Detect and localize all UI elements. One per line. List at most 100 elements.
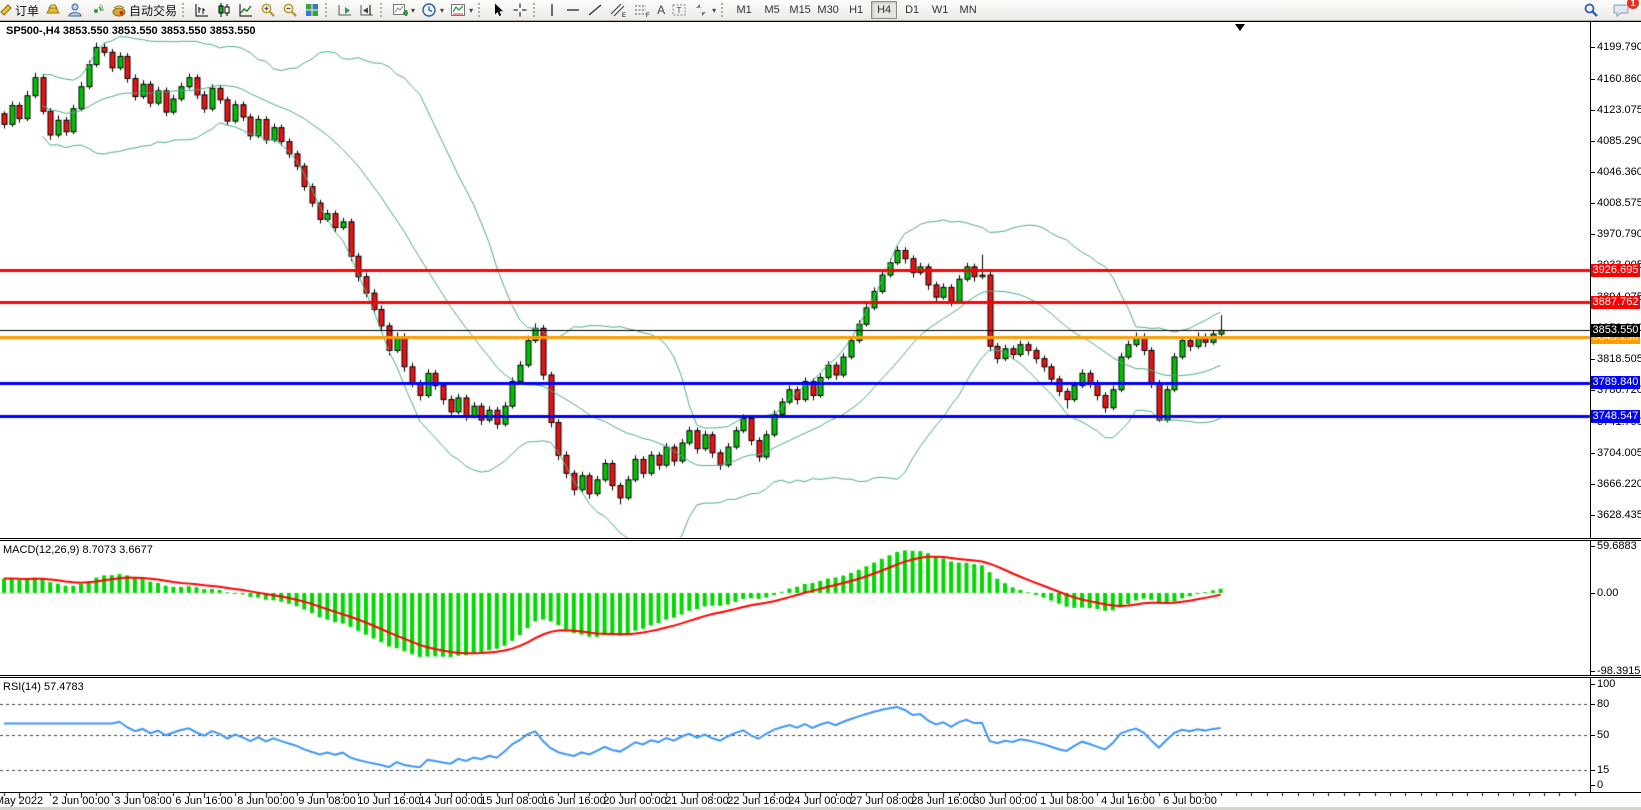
trendline-button[interactable] bbox=[584, 1, 606, 19]
timeframe-button-D1[interactable]: D1 bbox=[899, 1, 925, 19]
axis-tick-mark bbox=[1590, 110, 1595, 111]
timeframe-toolbar: M1M5M15M30H1H4D1W1MN bbox=[730, 1, 982, 19]
price-tag[interactable]: 3748.547 bbox=[1591, 410, 1640, 423]
vertical-line-button[interactable] bbox=[542, 1, 562, 19]
svg-text:F: F bbox=[646, 13, 650, 18]
price-tick-label: 4008.575 bbox=[1597, 197, 1641, 209]
tile-windows-button[interactable] bbox=[301, 1, 323, 19]
rsi-panel-splitter[interactable] bbox=[0, 675, 1641, 678]
price-tick-label: 3818.505 bbox=[1597, 353, 1641, 365]
axis-tick-mark bbox=[1590, 47, 1595, 48]
arrows-icon bbox=[693, 2, 709, 18]
price-tag[interactable]: 3887.762 bbox=[1591, 296, 1640, 309]
price-tick-label: 3970.790 bbox=[1597, 228, 1641, 240]
chart-top-border bbox=[0, 21, 1641, 22]
fibonacci-button[interactable]: F bbox=[630, 1, 654, 19]
order-tag-icon bbox=[0, 3, 13, 17]
arrows-button[interactable]: ▾ bbox=[690, 1, 719, 19]
axis-tick-mark bbox=[1590, 546, 1595, 547]
price-tick-label: 3704.005 bbox=[1597, 447, 1641, 459]
axis-tick-mark bbox=[1590, 172, 1595, 173]
line-chart-button[interactable] bbox=[235, 1, 257, 19]
zoom-in-button[interactable] bbox=[257, 1, 279, 19]
auto-scroll-icon bbox=[337, 2, 353, 18]
text-button[interactable]: A bbox=[654, 1, 668, 19]
new-order-button[interactable]: 订单 bbox=[0, 1, 42, 19]
gold-bar-icon bbox=[45, 2, 61, 18]
svg-text:T: T bbox=[677, 6, 682, 15]
time-axis-label: 6 Jul 00:00 bbox=[1152, 795, 1228, 807]
toolbar-group-handle bbox=[533, 3, 540, 17]
indicators-button[interactable]: ▾ bbox=[389, 1, 418, 19]
timeframe-button-M1[interactable]: M1 bbox=[731, 1, 757, 19]
axis-tick-mark bbox=[1590, 79, 1595, 80]
toolbar: 订单 自动交易 bbox=[0, 0, 1641, 21]
search-icon bbox=[1583, 2, 1599, 18]
auto-scroll-button[interactable] bbox=[334, 1, 356, 19]
price-tick-label: 4046.360 bbox=[1597, 166, 1641, 178]
trendline-icon bbox=[587, 2, 603, 18]
zoom-in-icon bbox=[260, 2, 276, 18]
zoom-out-icon bbox=[282, 2, 298, 18]
price-tag[interactable]: 3789.840 bbox=[1591, 376, 1640, 389]
chart-shift-marker[interactable] bbox=[1235, 24, 1245, 31]
community-button[interactable] bbox=[64, 1, 86, 19]
periods-button[interactable]: ▾ bbox=[418, 1, 447, 19]
price-tick-label: 4123.075 bbox=[1597, 104, 1641, 116]
timeframe-button-W1[interactable]: W1 bbox=[927, 1, 953, 19]
chart-shift-button[interactable] bbox=[356, 1, 378, 19]
candlestick-chart-button[interactable] bbox=[213, 1, 235, 19]
notification-badge: 1 bbox=[1627, 0, 1639, 9]
price-tag[interactable]: 3853.550 bbox=[1591, 324, 1640, 337]
autotrade-icon bbox=[111, 2, 127, 18]
text-label-button[interactable]: T bbox=[668, 1, 690, 19]
zoom-out-button[interactable] bbox=[279, 1, 301, 19]
crosshair-button[interactable] bbox=[509, 1, 531, 19]
signals-button[interactable] bbox=[86, 1, 108, 19]
dropdown-caret-icon: ▾ bbox=[469, 6, 473, 15]
axis-tick-mark bbox=[1590, 704, 1595, 705]
rsi-tick-label: 0 bbox=[1597, 779, 1641, 791]
price-tick-label: 3666.220 bbox=[1597, 478, 1641, 490]
macd-tick-label: 59.6883 bbox=[1597, 540, 1641, 552]
toolbar-group-handle bbox=[380, 3, 387, 17]
dropdown-caret-icon: ▾ bbox=[440, 6, 444, 15]
timeframe-button-MN[interactable]: MN bbox=[955, 1, 981, 19]
search-button[interactable] bbox=[1580, 1, 1602, 19]
bar-chart-icon bbox=[194, 2, 210, 18]
axis-tick-mark bbox=[1590, 770, 1595, 771]
chat-button[interactable]: 1 bbox=[1610, 1, 1633, 19]
rsi-indicator-label: RSI(14) 57.4783 bbox=[3, 681, 84, 693]
horizontal-line-icon bbox=[565, 2, 581, 18]
fibonacci-icon: F bbox=[633, 2, 651, 18]
macd-tick-label: 0.00 bbox=[1597, 587, 1641, 599]
chart-canvas[interactable] bbox=[0, 0, 1641, 810]
cursor-button[interactable] bbox=[487, 1, 509, 19]
timeframe-button-H1[interactable]: H1 bbox=[843, 1, 869, 19]
market-button[interactable] bbox=[42, 1, 64, 19]
price-tick-label: 4199.790 bbox=[1597, 41, 1641, 53]
axis-tick-mark bbox=[1590, 593, 1595, 594]
dropdown-caret-icon: ▾ bbox=[411, 6, 415, 15]
axis-tick-mark bbox=[1590, 484, 1595, 485]
macd-panel-splitter[interactable] bbox=[0, 538, 1641, 541]
rsi-tick-label: 15 bbox=[1597, 764, 1641, 776]
axis-tick-mark bbox=[1590, 515, 1595, 516]
axis-tick-mark bbox=[1590, 453, 1595, 454]
timeframe-button-M30[interactable]: M30 bbox=[815, 1, 841, 19]
toolbar-right: 1 bbox=[1580, 1, 1641, 19]
axis-tick-mark bbox=[1590, 684, 1595, 685]
toolbar-group-handle bbox=[325, 3, 332, 17]
timeframe-button-M5[interactable]: M5 bbox=[759, 1, 785, 19]
price-tag[interactable]: 3926.695 bbox=[1591, 264, 1640, 277]
autotrade-button[interactable]: 自动交易 bbox=[108, 1, 180, 19]
timeframe-button-H4[interactable]: H4 bbox=[871, 1, 897, 19]
horizontal-line-button[interactable] bbox=[562, 1, 584, 19]
timeframe-button-M15[interactable]: M15 bbox=[787, 1, 813, 19]
candlestick-icon bbox=[216, 2, 232, 18]
equidistant-channel-button[interactable]: E bbox=[606, 1, 630, 19]
bar-chart-button[interactable] bbox=[191, 1, 213, 19]
templates-button[interactable]: ▾ bbox=[447, 1, 476, 19]
cursor-icon bbox=[490, 2, 506, 18]
rsi-tick-label: 50 bbox=[1597, 729, 1641, 741]
